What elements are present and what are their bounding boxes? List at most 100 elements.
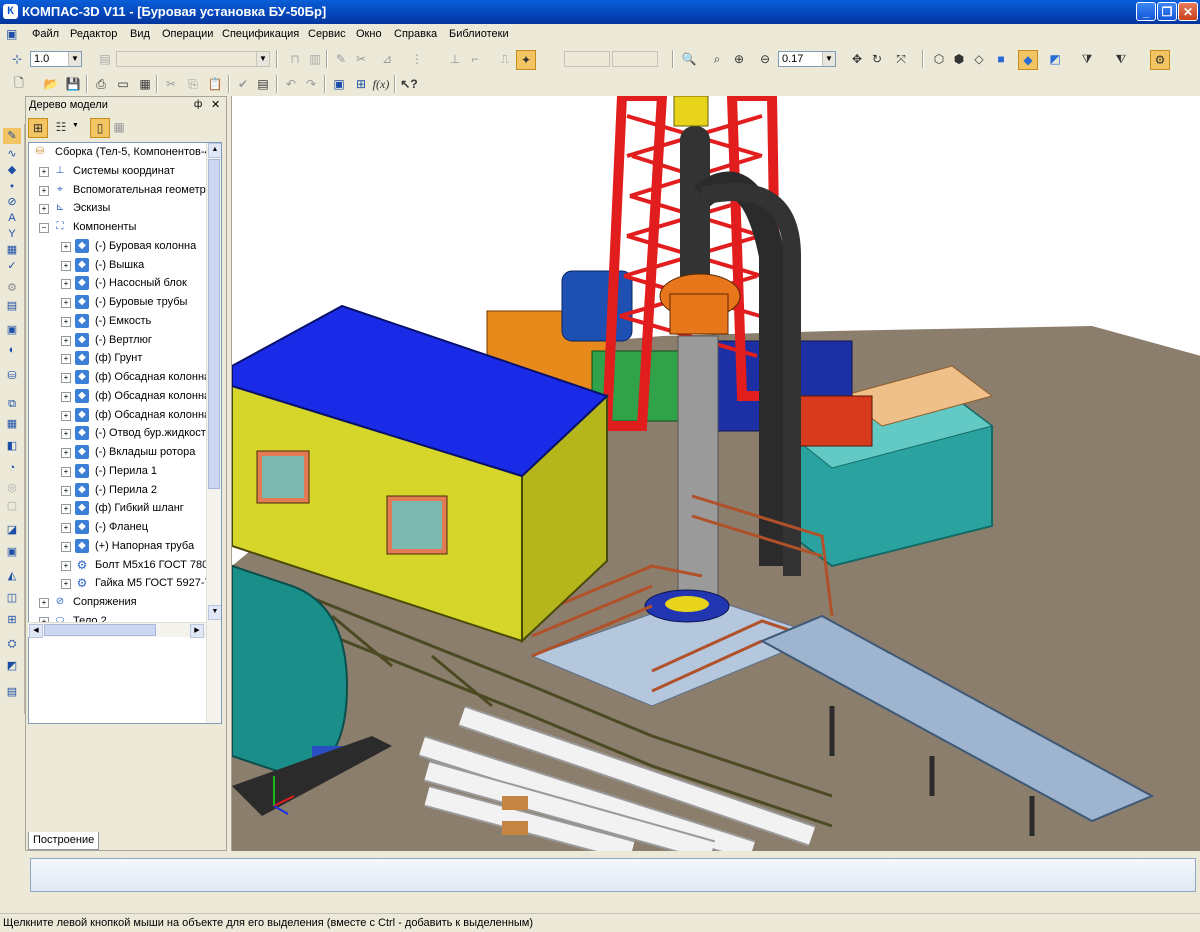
zoom-window-icon[interactable]: 🔍 [680, 50, 698, 68]
edit-points-icon[interactable]: ✎ [332, 50, 350, 68]
origin-icon[interactable]: ⌐ [466, 50, 484, 68]
library-parts-icon[interactable]: ⛭ [3, 636, 21, 652]
variables-icon[interactable]: ⊞ [352, 75, 370, 93]
pin-icon[interactable]: ф [194, 99, 202, 110]
measure-icon[interactable]: ▦ [3, 242, 21, 258]
rib-icon[interactable]: ◪ [3, 522, 21, 538]
hidden-thin-icon[interactable]: ◇ [970, 50, 988, 68]
menu-operations[interactable]: Операции [162, 28, 213, 40]
tree-order-icon[interactable]: ▯ [90, 118, 110, 138]
rotate-icon[interactable]: ↻ [868, 50, 886, 68]
collapse-icon[interactable]: − [39, 223, 49, 233]
edit-assembly-icon[interactable]: ✎ [3, 128, 21, 144]
specification-icon[interactable]: ◩ [3, 658, 21, 674]
expand-icon[interactable]: + [61, 411, 71, 421]
zoom-field[interactable]: 0.17 ▼ [778, 51, 836, 67]
box-icon[interactable]: ▣ [3, 544, 21, 560]
shell-icon[interactable]: ▢ [3, 498, 21, 514]
properties-icon[interactable]: ▦ [136, 75, 154, 93]
expand-icon[interactable]: + [61, 486, 71, 496]
function-icon[interactable]: f(x) [372, 75, 390, 93]
title-bar[interactable]: К КОМПАС-3D V11 - [Буровая установка БУ-… [0, 0, 1200, 24]
expand-icon[interactable]: + [39, 598, 49, 608]
zoom-in-icon[interactable]: ⊕ [730, 50, 748, 68]
new-document-icon[interactable]: 🗋 [10, 75, 28, 93]
tree-vertical-scrollbar[interactable]: ▲ ▼ [206, 143, 221, 723]
open-folder-icon[interactable]: 📂 [42, 75, 60, 93]
expand-icon[interactable]: + [61, 354, 71, 364]
document-icon[interactable]: ▣ [6, 27, 17, 41]
fillet-icon[interactable]: ◔ [3, 460, 21, 476]
help-pointer-icon[interactable]: ↖? [400, 75, 418, 93]
measure-icon[interactable]: ⊿ [378, 50, 396, 68]
step-field[interactable]: 1.0 ▼ [30, 51, 82, 67]
step-icon[interactable]: ⎍ [496, 50, 514, 68]
extrude-icon[interactable]: ▣ [3, 322, 21, 338]
expand-icon[interactable]: + [39, 186, 49, 196]
expand-icon[interactable]: + [61, 467, 71, 477]
array-icon[interactable]: ▦ [3, 416, 21, 432]
expand-icon[interactable]: + [61, 579, 71, 589]
cut-icon[interactable]: ✂ [162, 75, 180, 93]
grid-icon[interactable]: ▥ [306, 50, 324, 68]
undo-icon[interactable]: ↶ [282, 75, 300, 93]
filter-icon[interactable]: ⧩ [1078, 50, 1096, 68]
expand-icon[interactable]: + [39, 167, 49, 177]
section-icon[interactable]: ◫ [3, 590, 21, 606]
snap-toggle-icon[interactable]: ✦ [516, 50, 536, 70]
shaded-icon[interactable]: ■ [992, 50, 1010, 68]
expand-icon[interactable]: + [39, 204, 49, 214]
tree-view-mode-icon[interactable]: ☷ [52, 118, 70, 136]
component-icon[interactable]: ⚙ [3, 280, 21, 296]
menu-file[interactable]: Файл [32, 28, 59, 40]
tree-horizontal-scrollbar[interactable]: ◀ ▶ [28, 622, 206, 638]
maximize-button[interactable]: ❐ [1157, 2, 1177, 21]
menu-window[interactable]: Окно [356, 28, 382, 40]
layer-icon[interactable]: ▤ [96, 50, 114, 68]
expand-icon[interactable]: + [61, 336, 71, 346]
cut-extrude-icon[interactable]: ◧ [3, 438, 21, 454]
expand-icon[interactable]: + [61, 298, 71, 308]
wireframe-icon[interactable]: ⬡ [930, 50, 948, 68]
scroll-left-icon[interactable]: ◀ [29, 624, 43, 638]
perspective-icon[interactable]: ◩ [1046, 50, 1064, 68]
expand-icon[interactable]: + [61, 448, 71, 458]
clip-icon[interactable]: ✂ [352, 50, 370, 68]
expand-icon[interactable]: + [61, 523, 71, 533]
scroll-up-icon[interactable]: ▲ [208, 143, 221, 158]
surfaces-icon[interactable]: ◆ [3, 162, 21, 178]
manager-icon[interactable]: ▣ [330, 75, 348, 93]
expand-icon[interactable]: + [61, 279, 71, 289]
menu-libraries[interactable]: Библиотеки [449, 28, 509, 40]
zoom-all-icon[interactable]: ⌕ [708, 50, 726, 68]
coordinate-icon[interactable]: ⊥ [446, 50, 464, 68]
save-icon[interactable]: 💾 [64, 75, 82, 93]
chevron-down-icon[interactable]: ▼ [72, 122, 79, 129]
add-component-icon[interactable]: ⛁ [3, 368, 21, 384]
tree-structure-icon[interactable]: ⊞ [28, 118, 48, 138]
menu-view[interactable]: Вид [130, 28, 150, 40]
mirror-icon[interactable]: ◭ [3, 568, 21, 584]
format-painter-icon[interactable]: ✔ [234, 75, 252, 93]
menu-editor[interactable]: Редактор [70, 28, 117, 40]
menu-service[interactable]: Сервис [308, 28, 346, 40]
tree-filter-icon[interactable]: ▦ [110, 118, 128, 136]
scroll-down-icon[interactable]: ▼ [208, 605, 221, 620]
expand-icon[interactable]: + [61, 429, 71, 439]
zoom-scale-icon[interactable]: ⊖ [756, 50, 774, 68]
copy-icon[interactable]: ⎘ [184, 75, 202, 93]
print-icon[interactable]: ⎙ [92, 75, 110, 93]
expand-icon[interactable]: + [61, 242, 71, 252]
model-viewport[interactable] [231, 96, 1200, 851]
tab-construction[interactable]: Построение [28, 832, 100, 850]
orientation-icon[interactable]: ⤧ [892, 50, 910, 68]
coord-x-field[interactable] [564, 51, 610, 67]
sheet-metal-icon[interactable]: ▤ [3, 298, 21, 314]
scroll-h-thumb[interactable] [44, 624, 156, 636]
geometry-icon[interactable]: ⬩ [3, 178, 21, 194]
expand-icon[interactable]: + [61, 261, 71, 271]
expand-icon[interactable]: + [61, 561, 71, 571]
expand-icon[interactable]: + [61, 392, 71, 402]
preview-icon[interactable]: ▭ [114, 75, 132, 93]
minimize-button[interactable]: _ [1136, 2, 1156, 21]
